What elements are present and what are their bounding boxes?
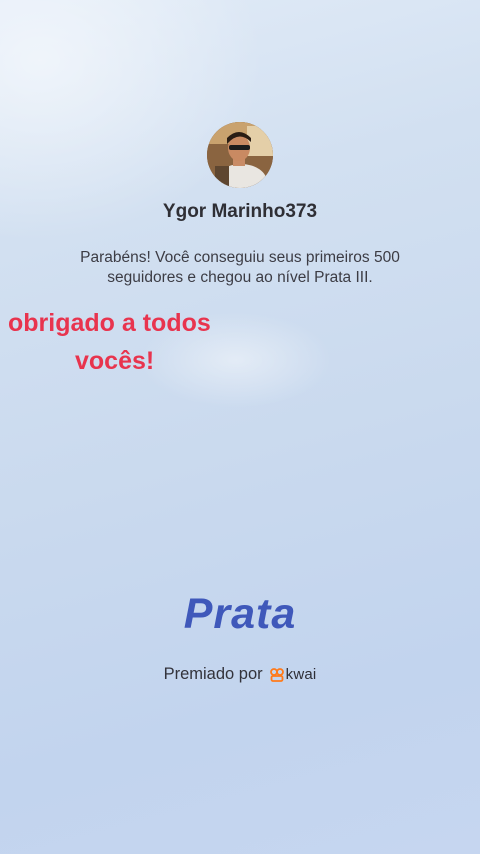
achievement-message: Parabéns! Você conseguiu seus primeiros … [80,249,400,286]
overlay-text-line2: vocês! [75,347,155,375]
kwai-logo-icon [269,667,284,682]
username: Ygor Marinho373 [162,201,318,222]
kwai-brand-text: kwai [285,666,317,683]
user-avatar-photo [207,122,273,188]
awarded-by: Premiado por kwai [0,665,480,684]
awarded-by-label: Premiado por [163,665,263,683]
overlay-text-line1: obrigado a todos [8,309,211,337]
avatar[interactable] [207,122,273,188]
kwai-logo[interactable]: kwai [269,666,317,683]
level-title: Prata [183,590,297,638]
